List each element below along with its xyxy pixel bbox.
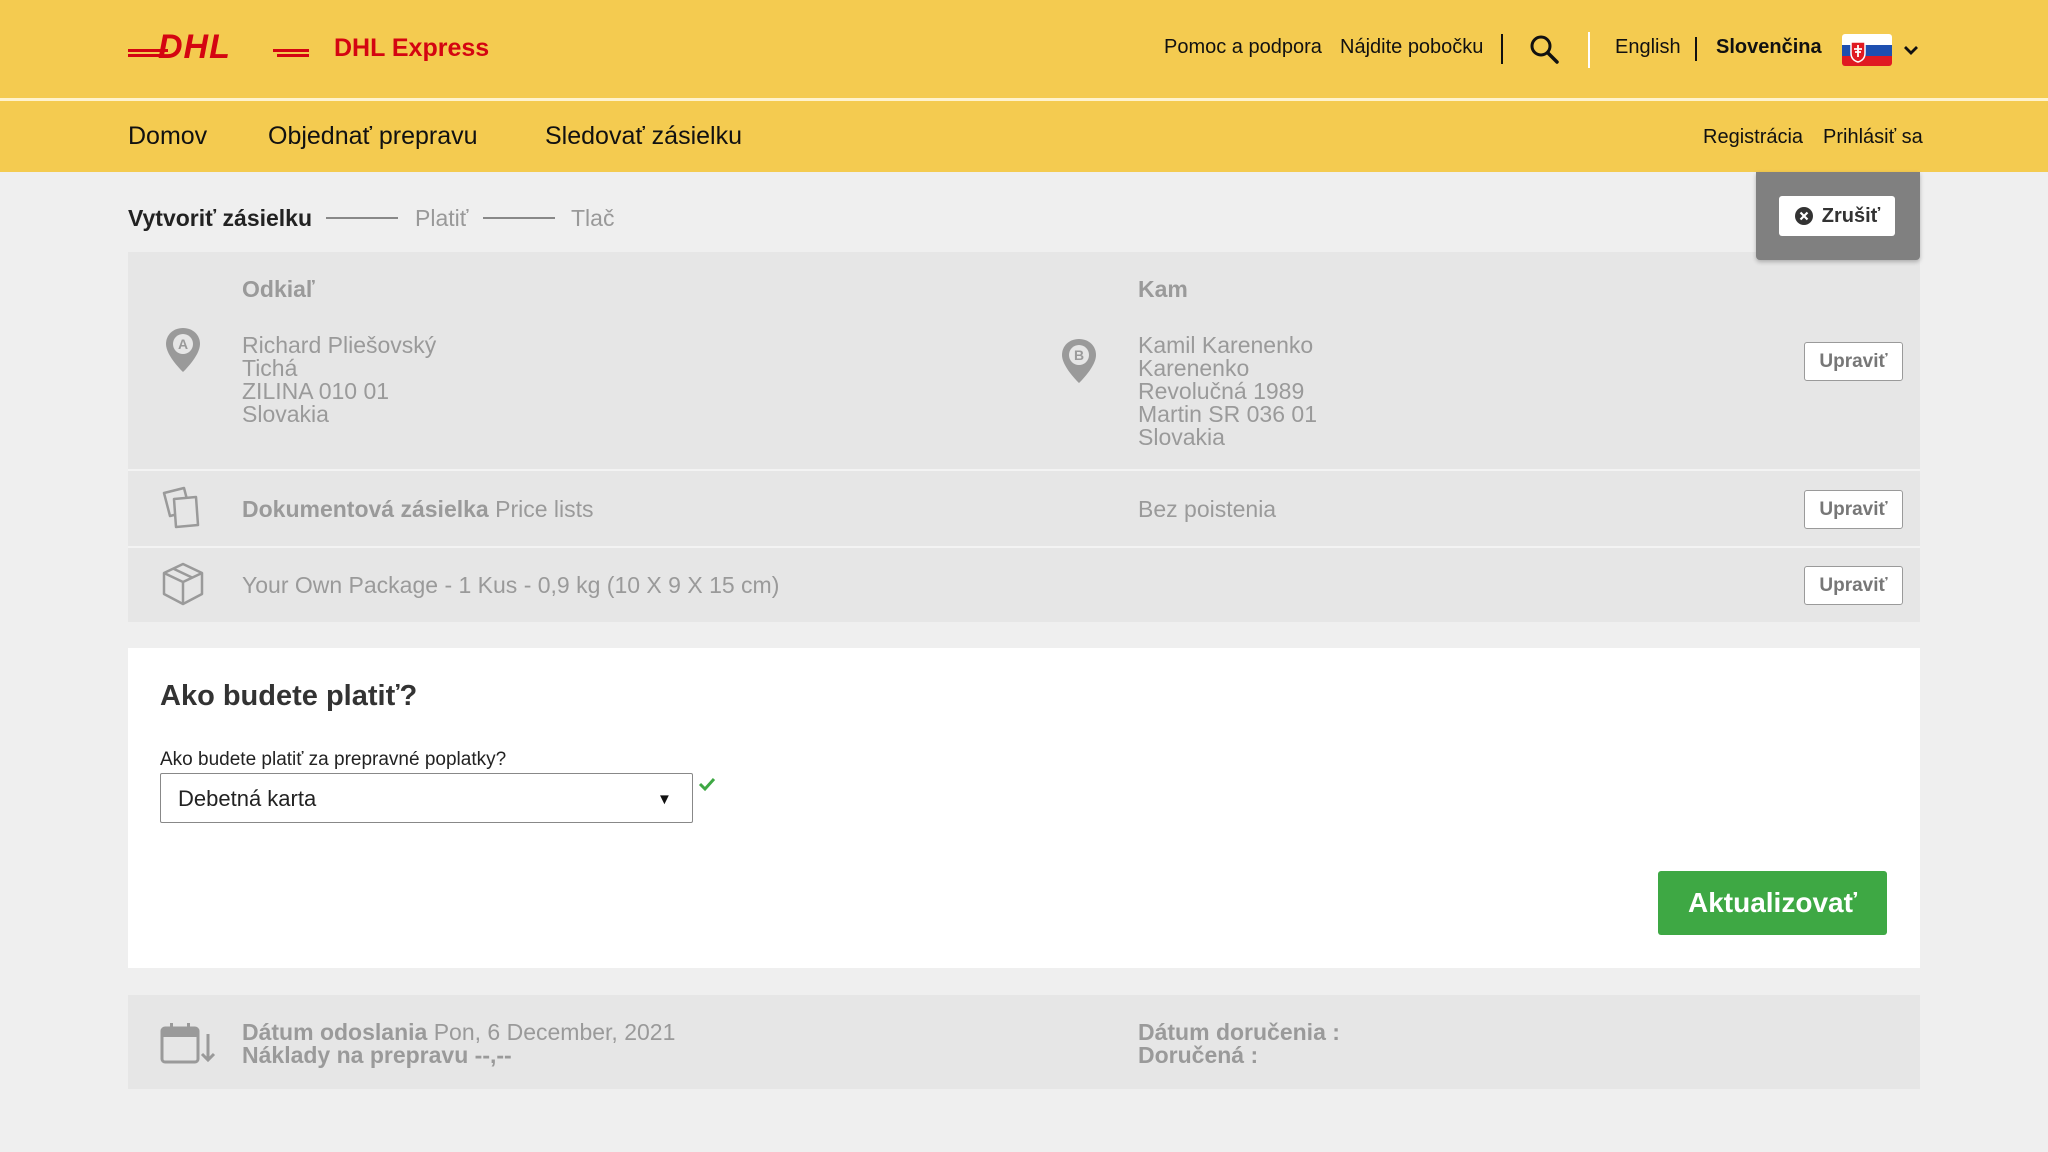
documents-icon: [162, 486, 200, 529]
shipment-type-bold: Dokumentová zásielka: [242, 496, 489, 522]
payment-method-value: Debetná karta: [178, 786, 317, 811]
help-support-link[interactable]: Pomoc a podpora: [1164, 36, 1322, 59]
close-circle-icon: [1794, 207, 1813, 225]
step-pay: Platiť: [415, 205, 469, 231]
package-icon: [162, 562, 204, 606]
svg-text:B: B: [1074, 347, 1084, 363]
brand-name: DHL Express: [334, 34, 490, 62]
to-address-line: Slovakia: [1138, 424, 1225, 450]
calendar-icon: [160, 1023, 216, 1064]
shipping-cost-value: --,--: [474, 1042, 512, 1068]
step-print: Tlač: [571, 205, 615, 231]
shipping-cost-label: Náklady na prepravu: [242, 1042, 469, 1068]
payment-question-label: Ako budete platiť za prepravné poplatky?: [160, 749, 507, 770]
find-location-link[interactable]: Nájdite pobočku: [1340, 36, 1483, 59]
package-details: Your Own Package - 1 Kus - 0,9 kg (10 X …: [242, 572, 780, 598]
step-create-shipment: Vytvoriť zásielku: [128, 205, 313, 231]
update-button[interactable]: Aktualizovať: [1658, 871, 1887, 935]
from-address-line: Richard Pliešovský: [242, 332, 437, 358]
search-icon[interactable]: [1529, 34, 1559, 64]
cancel-button-label: Zrušiť: [1821, 204, 1881, 227]
edit-package-button[interactable]: Upraviť: [1804, 566, 1903, 605]
separator: [1588, 32, 1590, 68]
svg-text:DHL: DHL: [158, 32, 231, 62]
from-address-line: Slovakia: [242, 401, 329, 427]
chevron-down-icon[interactable]: [1902, 40, 1920, 60]
pin-a-icon: A: [166, 328, 200, 372]
to-heading: Kam: [1138, 276, 1188, 302]
separator: [1501, 34, 1503, 64]
payment-title: Ako budete platiť?: [160, 680, 418, 712]
insurance-status: Bez poistenia: [1138, 496, 1277, 522]
delivered-label: Doručená :: [1138, 1042, 1259, 1068]
cancel-button[interactable]: Zrušiť: [1779, 196, 1895, 236]
dropdown-arrow-icon: ▼: [657, 791, 672, 808]
from-address: Richard Pliešovský Tichá ZILINA 010 01 S…: [242, 334, 436, 426]
nav-track-shipment[interactable]: Sledovať zásielku: [545, 122, 742, 151]
step-connector: [483, 217, 555, 219]
to-address-line: Kamil Karenenko: [1138, 332, 1314, 358]
nav-home[interactable]: Domov: [128, 122, 207, 151]
check-icon: [698, 777, 716, 792]
separator: [1695, 37, 1697, 61]
svg-text:A: A: [178, 336, 188, 352]
from-address-line: Tichá: [242, 355, 298, 381]
edit-addresses-button[interactable]: Upraviť: [1804, 342, 1903, 381]
delivered-status: Doručená :: [1138, 1042, 1258, 1069]
edit-shipment-type-button[interactable]: Upraviť: [1804, 490, 1903, 529]
to-address-line: Karenenko: [1138, 355, 1250, 381]
slovak-flag-icon[interactable]: [1842, 34, 1892, 66]
shipment-type-desc: Price lists: [495, 496, 594, 522]
login-link[interactable]: Prihlásiť sa: [1823, 126, 1923, 149]
dhl-logo[interactable]: DHL: [128, 32, 309, 62]
from-heading: Odkiaľ: [242, 276, 315, 302]
to-address: Kamil Karenenko Karenenko Revolučná 1989…: [1138, 334, 1317, 449]
register-link[interactable]: Registrácia: [1703, 126, 1803, 149]
shipping-cost: Náklady na prepravu --,--: [242, 1042, 512, 1069]
to-address-line: Martin SR 036 01: [1138, 401, 1317, 427]
divider: [128, 469, 1920, 471]
divider: [128, 546, 1920, 548]
nav-order-shipment[interactable]: Objednať prepravu: [268, 122, 478, 151]
shipment-type: Dokumentová zásielka Price lists: [242, 496, 594, 523]
from-address-line: ZILINA 010 01: [242, 378, 390, 404]
pin-b-icon: B: [1062, 339, 1096, 383]
to-address-line: Revolučná 1989: [1138, 378, 1305, 404]
lang-english-link[interactable]: English: [1615, 36, 1681, 59]
shipment-summary-panel: [128, 252, 1920, 622]
step-connector: [326, 217, 398, 219]
lang-slovak-link[interactable]: Slovenčina: [1716, 36, 1822, 59]
